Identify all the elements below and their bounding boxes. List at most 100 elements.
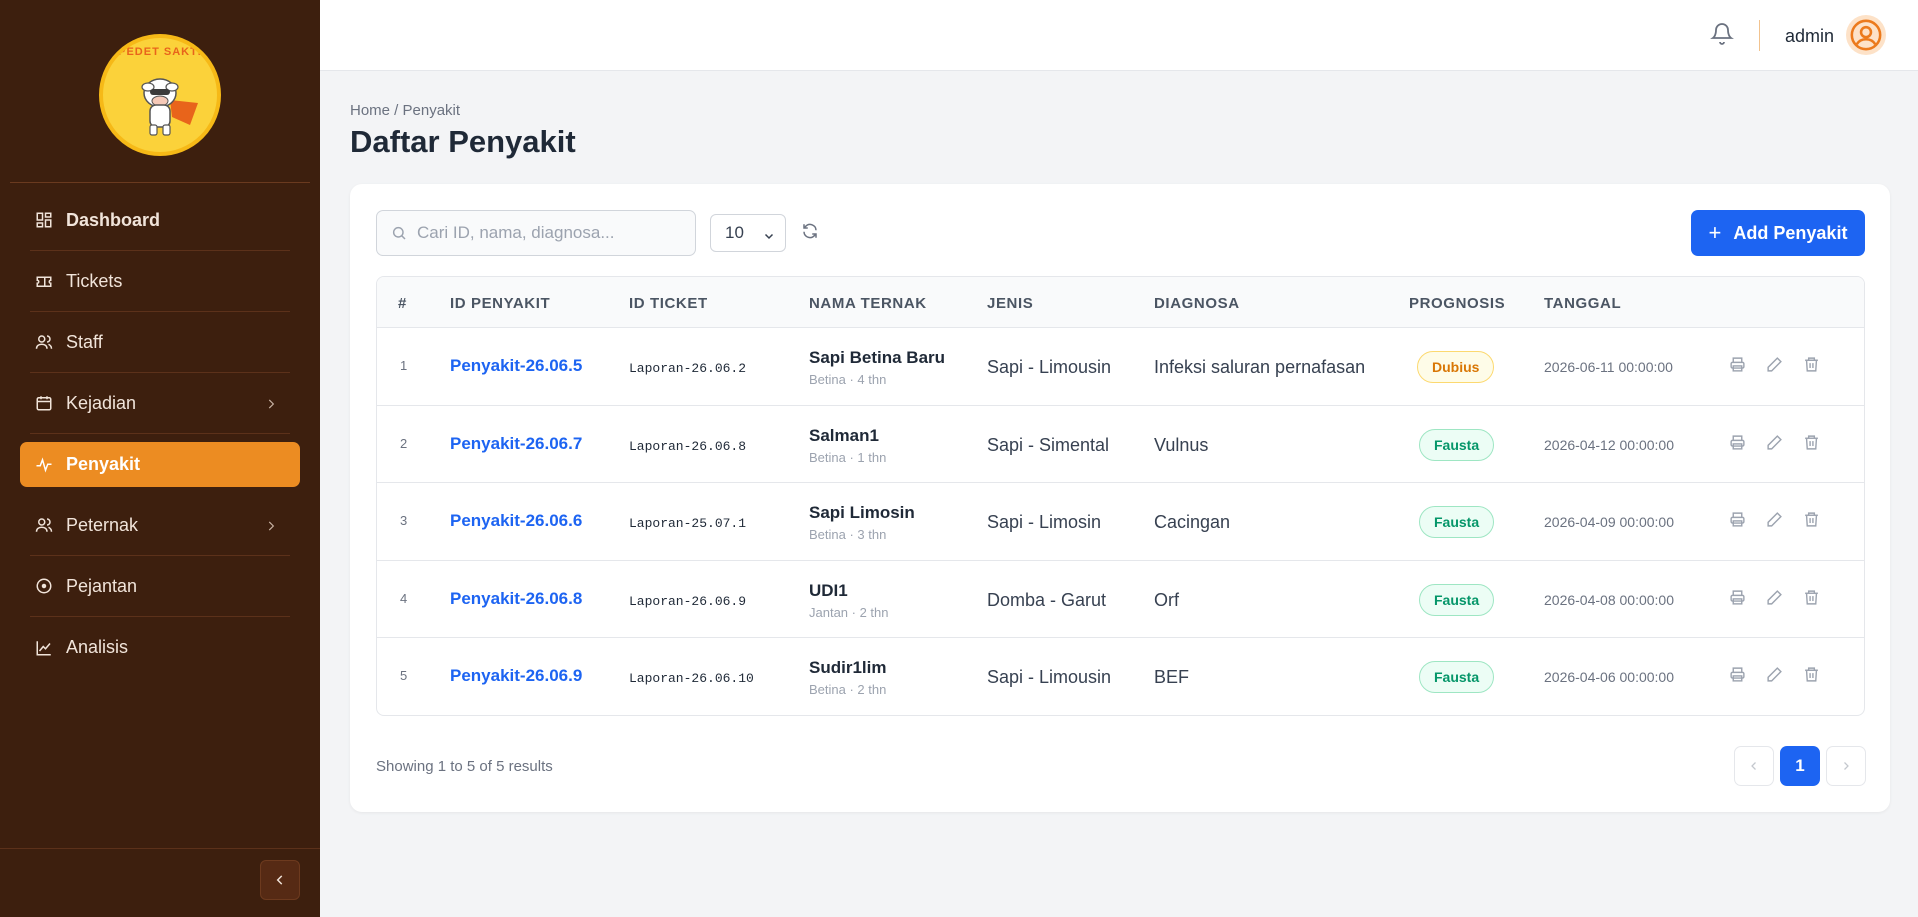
next-page-button[interactable] (1826, 746, 1866, 786)
prognosis-badge: Dubius (1417, 351, 1495, 383)
print-icon[interactable] (1729, 666, 1746, 688)
tanggal: 2026-04-09 00:00:00 (1544, 514, 1674, 530)
jenis: Sapi - Limosin (987, 512, 1102, 532)
breadcrumb: Home / Penyakit (350, 102, 461, 119)
sidebar-item-analisis[interactable]: Analisis (30, 617, 290, 678)
edit-icon[interactable] (1766, 589, 1783, 611)
column-header[interactable]: JENIS (987, 295, 1033, 312)
ticket-id: Laporan-26.06.9 (629, 593, 747, 609)
jenis: Sapi - Limousin (987, 357, 1112, 377)
column-header[interactable]: PROGNOSIS (1409, 295, 1505, 312)
sidebar-item-label: Analisis (66, 637, 129, 657)
jenis: Sapi - Simental (987, 434, 1110, 455)
table-row: 2 Penyakit-26.06.7 Laporan-26.06.8 Salma… (377, 406, 1864, 483)
search-box[interactable] (376, 210, 696, 256)
prev-page-button[interactable] (1734, 746, 1774, 786)
table-row: 3 Penyakit-26.06.6 Laporan-25.07.1 Sapi … (377, 483, 1864, 561)
penyakit-card: 10 + Add Penyakit # ID PENYAKIT ID TICKE… (350, 184, 1890, 812)
column-header[interactable]: ID PENYAKIT (450, 295, 550, 312)
refresh-icon[interactable] (801, 222, 819, 245)
sidebar-item-peternak[interactable]: Peternak (30, 495, 290, 556)
trash-icon[interactable] (1803, 666, 1820, 688)
ternak-info: Betina · 4 thn (809, 372, 887, 387)
column-header[interactable]: DIAGNOSA (1154, 295, 1240, 312)
ticket-id: Laporan-26.06.2 (629, 361, 747, 376)
sidebar-item-label: Dashboard (66, 209, 161, 230)
penyakit-id-link[interactable]: Penyakit-26.06.7 (450, 434, 582, 454)
penyakit-id-link[interactable]: Penyakit-26.06.5 (450, 356, 582, 376)
column-header[interactable]: NAMA TERNAK (809, 295, 927, 312)
pagination-summary: Showing 1 to 5 of 5 results (376, 758, 553, 775)
table-row: 1 Penyakit-26.06.5 Laporan-26.06.2 Sapi … (377, 328, 1864, 406)
sidebar-item-pejantan[interactable]: Pejantan (30, 556, 290, 617)
trash-icon[interactable] (1803, 356, 1820, 378)
ticket-icon (34, 271, 54, 291)
print-icon[interactable] (1729, 434, 1746, 456)
sidebar: PEDET SAKTI Dashboard Tickets Staff Keja… (0, 0, 320, 917)
ticket-id: Laporan-26.06.10 (629, 671, 754, 686)
column-header[interactable]: TANGGAL (1544, 295, 1621, 312)
chevron-right-icon (1844, 762, 1849, 770)
avatar[interactable] (1846, 15, 1886, 55)
sidebar-item-tickets[interactable]: Tickets (30, 251, 290, 312)
top-header: admin (320, 0, 1918, 71)
penyakit-id-link[interactable]: Penyakit-26.06.6 (450, 511, 582, 531)
row-number: 1 (400, 358, 408, 373)
chart-line-icon (34, 638, 54, 658)
sidebar-divider (10, 182, 310, 183)
trash-icon[interactable] (1803, 434, 1820, 456)
edit-icon[interactable] (1766, 511, 1783, 533)
print-icon[interactable] (1729, 356, 1746, 378)
header-divider (1759, 20, 1760, 51)
sidebar-item-label: Penyakit (66, 454, 141, 474)
chevron-left-icon (1751, 762, 1756, 770)
tanggal: 2026-04-12 00:00:00 (1544, 436, 1674, 453)
ticket-id: Laporan-26.06.8 (629, 438, 747, 454)
diagnosa: Vulnus (1154, 434, 1209, 455)
ternak-name: Sapi Betina Baru (809, 348, 946, 367)
user-circle-icon (1850, 19, 1882, 51)
page-button-current[interactable]: 1 (1780, 746, 1820, 786)
penyakit-table: # ID PENYAKIT ID TICKET NAMA TERNAK JENI… (376, 276, 1865, 716)
edit-icon[interactable] (1766, 434, 1783, 456)
sidebar-item-label: Tickets (66, 270, 123, 291)
sidebar-item-dashboard[interactable]: Dashboard (30, 190, 290, 251)
trash-icon[interactable] (1803, 589, 1820, 611)
page-title: Daftar Penyakit (350, 124, 576, 159)
edit-icon[interactable] (1766, 356, 1783, 378)
sidebar-item-kejadian[interactable]: Kejadian (30, 373, 290, 434)
brand-logo[interactable]: PEDET SAKTI (99, 34, 221, 156)
sidebar-item-label: Staff (66, 331, 103, 352)
activity-icon (34, 455, 54, 475)
add-penyakit-button[interactable]: + Add Penyakit (1691, 210, 1865, 256)
user-name[interactable]: admin (1785, 26, 1834, 47)
column-header[interactable]: ID TICKET (629, 295, 708, 312)
collapse-sidebar-button[interactable] (260, 860, 300, 900)
search-icon (392, 226, 406, 240)
plus-icon: + (1708, 220, 1722, 245)
edit-icon[interactable] (1766, 666, 1783, 688)
jenis: Sapi - Limousin (987, 667, 1112, 687)
ternak-info: Betina · 3 thn (809, 527, 887, 542)
prognosis-badge: Fausta (1419, 583, 1495, 616)
chevron-down-icon (763, 227, 775, 247)
search-input[interactable] (417, 223, 677, 243)
print-icon[interactable] (1729, 589, 1746, 611)
penyakit-id-link[interactable]: Penyakit-26.06.9 (450, 666, 582, 686)
per-page-select[interactable]: 10 (710, 214, 786, 252)
ternak-info: Betina · 2 thn (809, 682, 887, 697)
circle-icon (34, 576, 54, 596)
column-header: # (398, 295, 407, 312)
ternak-name: Salman1 (809, 425, 879, 445)
table-header: # ID PENYAKIT ID TICKET NAMA TERNAK JENI… (377, 277, 1864, 328)
penyakit-id-link[interactable]: Penyakit-26.06.8 (450, 589, 582, 609)
ternak-name: Sapi Limosin (809, 503, 915, 522)
chevron-left-icon (276, 875, 283, 885)
print-icon[interactable] (1729, 511, 1746, 533)
sidebar-item-staff[interactable]: Staff (30, 312, 290, 373)
notification-bell-icon[interactable] (1710, 20, 1734, 51)
users-icon (34, 332, 54, 352)
sidebar-item-penyakit[interactable]: Penyakit (20, 442, 300, 487)
trash-icon[interactable] (1803, 511, 1820, 533)
diagnosa: Infeksi saluran pernafasan (1154, 357, 1366, 377)
